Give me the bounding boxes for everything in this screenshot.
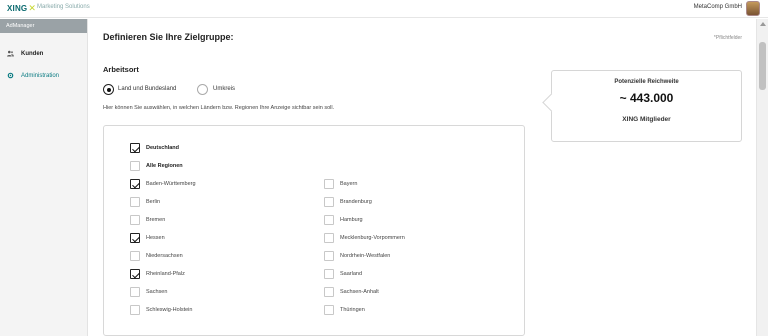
checkbox-region[interactable] (324, 287, 334, 297)
checkbox-label[interactable]: Sachsen-Anhalt (340, 289, 379, 295)
checkbox-region[interactable] (324, 179, 334, 189)
radio-umkreis[interactable] (197, 84, 208, 95)
checkbox-label[interactable]: Rheinland-Pfalz (146, 271, 185, 277)
scroll-up-icon[interactable] (760, 22, 766, 26)
checkbox-region[interactable] (130, 287, 140, 297)
sidebar-header: AdManager (0, 19, 87, 33)
checkbox-alle-regionen[interactable] (130, 161, 140, 171)
sidebar: AdManager Kunden Administration (0, 19, 88, 336)
top-bar: XING✕ Marketing Solutions MetaComp GmbH (0, 0, 768, 18)
users-icon (7, 50, 14, 57)
checkbox-region[interactable] (130, 215, 140, 225)
checkbox-region[interactable] (130, 179, 140, 189)
xing-logo[interactable]: XING✕ (7, 3, 36, 14)
xing-mark-icon: ✕ (28, 3, 37, 13)
page-title: Definieren Sie Ihre Zielgruppe: (103, 32, 234, 42)
subbrand-label: Marketing Solutions (37, 4, 90, 10)
vertical-scrollbar[interactable] (756, 19, 768, 336)
sidebar-item-kunden[interactable]: Kunden (0, 47, 88, 61)
reach-value: ~ 443.000 (619, 91, 674, 105)
checkbox-label[interactable]: Baden-Württemberg (146, 181, 196, 187)
checkbox-region[interactable] (130, 305, 140, 315)
checkbox-label[interactable]: Schleswig-Holstein (146, 307, 192, 313)
checkbox-label[interactable]: Hamburg (340, 217, 363, 223)
checkbox-label[interactable]: Deutschland (146, 145, 179, 151)
sidebar-item-label: Kunden (21, 51, 44, 57)
radio-label[interactable]: Land und Bundesland (118, 86, 176, 92)
checkbox-region[interactable] (130, 251, 140, 261)
region-selection-panel: Deutschland Alle Regionen Baden-Württemb… (103, 125, 525, 336)
checkbox-region[interactable] (324, 305, 334, 315)
checkbox-region[interactable] (324, 233, 334, 243)
sidebar-item-administration[interactable]: Administration (0, 69, 88, 83)
checkbox-label[interactable]: Sachsen (146, 289, 167, 295)
scroll-thumb[interactable] (759, 42, 766, 90)
main-content: Definieren Sie Ihre Zielgruppe: *Pflicht… (89, 19, 756, 336)
sidebar-item-label: Administration (21, 73, 60, 79)
logo-text: XING (7, 4, 28, 13)
reach-title: Potenzielle Reichweite (614, 79, 679, 85)
checkbox-region[interactable] (324, 251, 334, 261)
potential-reach-card: Potenzielle Reichweite ~ 443.000 XING Mi… (551, 70, 742, 142)
checkbox-label[interactable]: Berlin (146, 199, 160, 205)
checkbox-region[interactable] (130, 233, 140, 243)
gear-icon (7, 72, 14, 79)
checkbox-label[interactable]: Thüringen (340, 307, 365, 313)
checkbox-label[interactable]: Nordrhein-Westfalen (340, 253, 390, 259)
radio-label[interactable]: Umkreis (213, 86, 235, 92)
reach-subtitle: XING Mitglieder (622, 116, 671, 123)
avatar[interactable] (746, 1, 760, 16)
section-title-arbeitsort: Arbeitsort (103, 65, 139, 74)
checkbox-label[interactable]: Hessen (146, 235, 165, 241)
required-fields-note: *Pflichtfelder (713, 35, 742, 41)
checkbox-region[interactable] (130, 197, 140, 207)
checkbox-label[interactable]: Saarland (340, 271, 362, 277)
checkbox-region[interactable] (324, 269, 334, 279)
location-type-radio-group: Land und Bundesland Umkreis (89, 84, 389, 95)
checkbox-deutschland[interactable] (130, 143, 140, 153)
checkbox-region[interactable] (130, 269, 140, 279)
company-name[interactable]: MetaComp GmbH (694, 4, 742, 10)
checkbox-region[interactable] (324, 215, 334, 225)
checkbox-label[interactable]: Alle Regionen (146, 163, 183, 169)
checkbox-label[interactable]: Niedersachsen (146, 253, 183, 259)
checkbox-label[interactable]: Brandenburg (340, 199, 372, 205)
checkbox-label[interactable]: Bremen (146, 217, 165, 223)
checkbox-label[interactable]: Bayern (340, 181, 357, 187)
checkbox-region[interactable] (324, 197, 334, 207)
radio-land-bundesland[interactable] (103, 84, 114, 95)
checkbox-label[interactable]: Mecklenburg-Vorpommern (340, 235, 405, 241)
region-hint-text: Hier können Sie auswählen, in welchen Lä… (103, 105, 335, 111)
